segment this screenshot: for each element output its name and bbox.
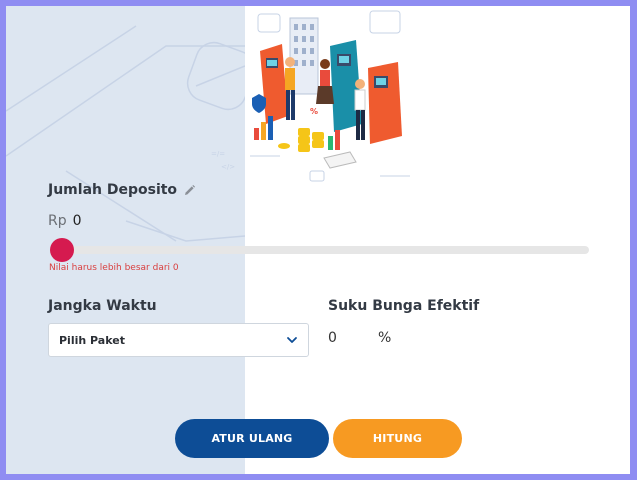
chevron-down-icon xyxy=(287,337,297,343)
rate-label: Suku Bunga Efektif xyxy=(328,298,480,314)
validation-error: Nilai harus lebih besar dari 0 xyxy=(49,263,179,273)
term-select-value: Pilih Paket xyxy=(59,334,125,347)
pencil-icon[interactable] xyxy=(183,184,196,197)
deposit-amount[interactable]: Rp 0 xyxy=(48,213,82,229)
rate-value: 0 xyxy=(328,330,337,346)
calculator-card: =/= </> % Jumlah Deposito Rp 0 Nilai har… xyxy=(6,6,630,474)
calculate-button[interactable]: HITUNG xyxy=(333,419,462,458)
svg-text:=/=: =/= xyxy=(211,150,225,158)
rate-unit: % xyxy=(378,330,392,346)
background-pattern: =/= </> xyxy=(6,25,245,242)
deposit-label: Jumlah Deposito xyxy=(48,182,178,198)
deposit-slider-thumb[interactable] xyxy=(50,238,74,262)
currency-label: Rp xyxy=(48,213,67,229)
term-select[interactable]: Pilih Paket xyxy=(48,323,309,357)
svg-text:</>: </> xyxy=(221,163,235,171)
left-decorative-panel: =/= </> xyxy=(6,6,245,474)
amount-value: 0 xyxy=(72,213,82,229)
term-label: Jangka Waktu xyxy=(48,298,157,314)
svg-text:%: % xyxy=(310,107,318,116)
deposit-slider-track[interactable] xyxy=(52,246,589,254)
reset-button[interactable]: ATUR ULANG xyxy=(175,419,329,458)
atm-banking-illustration: % xyxy=(250,10,410,182)
